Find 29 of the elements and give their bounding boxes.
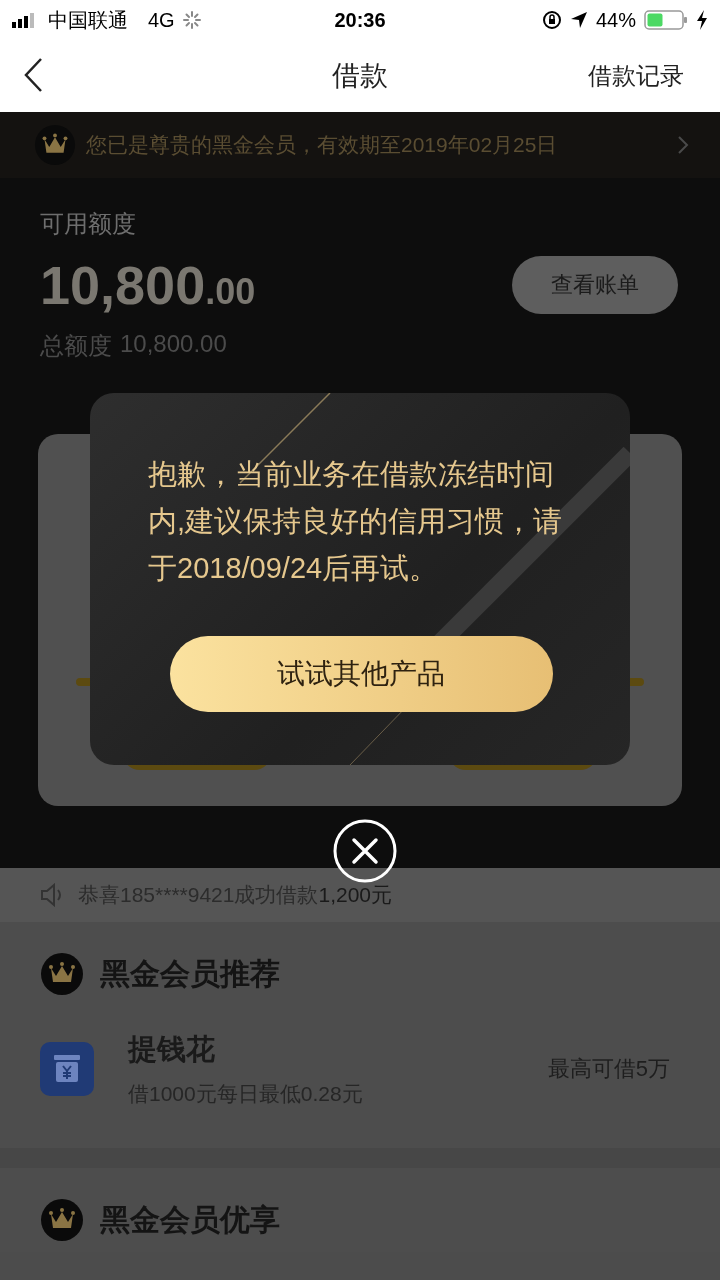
carrier-name: 中国联通 [48, 7, 128, 33]
try-other-products-button[interactable]: 试试其他产品 [169, 636, 553, 712]
charging-icon [696, 10, 708, 30]
crown-icon [40, 1198, 84, 1242]
available-label: 可用额度 [40, 209, 137, 239]
section-title: 黑金会员优享 [100, 1201, 280, 1238]
member-banner[interactable]: 您已是尊贵的黑金会员，有效期至2019年02月25日 [0, 112, 720, 178]
alert-message: 抱歉，当前业务在借款冻结时间内,建议保持良好的信用习惯，请于2018/09/24后再试。 [148, 457, 564, 586]
battery-icon [644, 10, 688, 30]
available-amount: 10,800.00 [40, 254, 257, 316]
location-icon [569, 11, 588, 29]
loading-icon [182, 11, 201, 29]
view-bill-button[interactable]: 查看账单 [512, 256, 678, 314]
rotation-lock-icon [541, 10, 562, 30]
chevron-icon [676, 134, 690, 156]
loan-amount: 1,200元 [318, 883, 392, 906]
member-text: 您已是尊贵的黑金会员，有效期至2019年02月25日 [86, 132, 558, 158]
total-amount: 10,800.00 [120, 330, 227, 359]
app-icon [40, 1042, 94, 1096]
crown-icon [34, 124, 76, 166]
battery-percent: 44% [595, 8, 636, 32]
page-title: 借款 [332, 59, 388, 93]
section-title: 黑金会员推荐 [100, 955, 280, 992]
total-label: 总额度 [40, 331, 112, 361]
crown-icon [40, 952, 84, 996]
network-type: 4G [148, 8, 175, 32]
close-button[interactable] [333, 819, 397, 883]
clock-time: 20:36 [334, 8, 386, 32]
loan-records-link[interactable]: 借款记录 [588, 60, 684, 92]
